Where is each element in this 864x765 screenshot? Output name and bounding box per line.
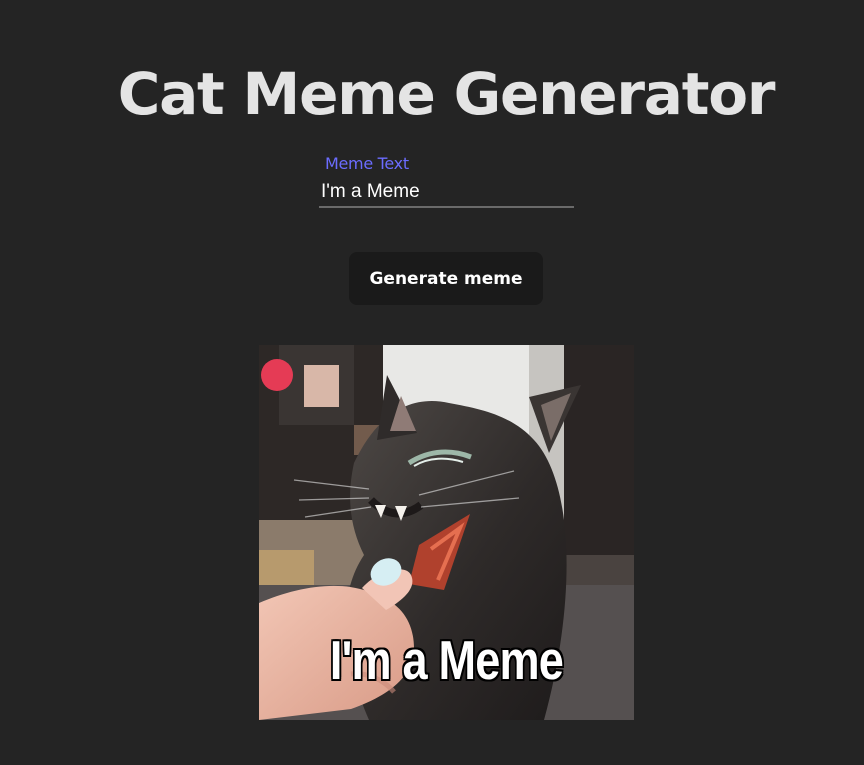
page-title: Cat Meme Generator xyxy=(117,60,776,128)
meme-text-label: Meme Text xyxy=(325,154,409,173)
meme-image: I'm a Meme xyxy=(259,345,634,720)
meme-caption: I'm a Meme xyxy=(329,629,564,691)
generate-meme-button[interactable]: Generate meme xyxy=(349,252,543,305)
meme-text-field: Meme Text xyxy=(319,152,574,212)
meme-generator-page: Cat Meme Generator Meme Text Generate me… xyxy=(0,0,864,765)
flower-shape xyxy=(261,359,293,391)
meme-text-input[interactable] xyxy=(319,178,574,208)
